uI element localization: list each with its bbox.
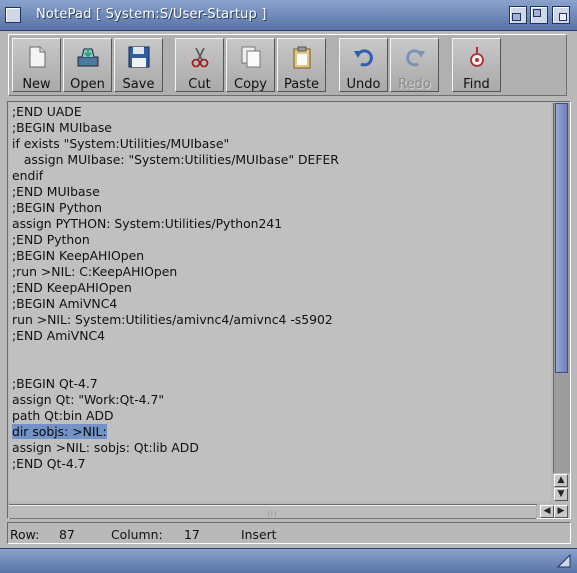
copy-button-label: Copy [234,77,267,92]
copy-button[interactable]: Copy [226,38,275,92]
scissors-icon [191,47,209,68]
column-value: 17 [184,527,200,542]
editor-line-selected: dir sobjs: >NIL: [12,424,107,440]
editor-line: ;BEGIN Qt-4.7 [12,376,98,391]
zoom-icon [533,9,541,17]
resize-icon[interactable] [557,554,571,568]
cut-button-label: Cut [188,77,211,92]
editor-line: assign >NIL: sobjs: Qt:lib ADD [12,440,199,455]
redo-button[interactable]: Redo [390,38,439,92]
horizontal-scrollbar[interactable]: ⁝⁝⁝ [9,504,537,519]
clipboard-icon [293,46,311,69]
column-label: Column: [111,527,163,542]
grip-icon: ⁝⁝⁝ [267,510,278,519]
editor-line: path Qt:bin ADD [12,408,114,423]
arrow-down-icon: ▼ [557,489,565,499]
cut-button[interactable]: Cut [175,38,224,92]
row-value: 87 [59,527,75,542]
toolbar: New Open Save Cut Copy Paste Undo Redo F… [8,34,567,96]
editor-line: ;BEGIN Python [12,200,102,215]
editor-line: endif [12,168,44,183]
find-button[interactable]: Find [452,38,501,92]
editor-line: ;BEGIN KeepAHIOpen [12,248,145,263]
new-button[interactable]: New [12,38,61,92]
editor-line: assign MUIbase: "System:Utilities/MUIbas… [12,152,339,167]
editor-line: ;BEGIN AmiVNC4 [12,296,118,311]
editor-line: ;END MUIbase [12,184,100,199]
save-button-label: Save [122,77,155,92]
paste-button[interactable]: Paste [277,38,326,92]
editor-line: ;BEGIN MUIbase [12,120,112,135]
editor-line: ;END UADE [12,104,82,119]
undo-button-label: Undo [346,77,381,92]
iconify-button[interactable] [509,6,527,24]
new-document-icon [29,46,46,68]
depth-icon [559,13,567,21]
arrow-right-icon: ▶ [557,506,565,516]
window-title: NotePad [ System:S/User-Startup ] [36,7,267,22]
redo-button-label: Redo [398,77,431,92]
paste-button-label: Paste [283,77,320,92]
depth-button[interactable] [552,6,570,24]
editor-line: ;END Python [12,232,90,247]
text-editor[interactable]: ;END UADE ;BEGIN MUIbase if exists "Syst… [9,103,551,501]
find-icon [470,47,484,67]
arrow-up-icon: ▲ [557,475,565,485]
row-label: Row: [10,527,40,542]
editor-line: run >NIL: System:Utilities/amivnc4/amivn… [12,312,333,327]
text-selection: dir sobjs: >NIL: [12,424,107,439]
editor-line: ;END KeepAHIOpen [12,280,132,295]
window-titlebar[interactable]: NotePad [ System:S/User-Startup ] [0,0,577,31]
horizontal-scroll-thumb[interactable]: ⁝⁝⁝ [9,505,536,519]
window-bottom-border [0,548,577,573]
insert-mode-indicator: Insert [241,527,277,542]
vertical-scroll-thumb[interactable] [555,103,568,373]
close-window-button[interactable] [5,7,21,23]
editor-line: assign Qt: "Work:Qt-4.7" [12,392,165,407]
new-button-label: New [22,77,51,92]
vertical-scrollbar[interactable] [553,103,570,473]
find-button-label: Find [463,77,490,92]
scroll-right-button[interactable]: ▶ [554,505,568,518]
iconify-icon [512,13,521,21]
open-drawer-icon [77,48,99,67]
editor-line: ;END Qt-4.7 [12,456,86,471]
editor-line: assign PYTHON: System:Utilities/Python24… [12,216,283,231]
scroll-left-button[interactable]: ◀ [540,505,554,518]
zoom-button[interactable] [530,6,548,24]
arrow-left-icon: ◀ [543,506,551,516]
redo-icon [406,49,425,67]
scroll-up-button[interactable]: ▲ [554,474,568,487]
editor-line: if exists "System:Utilities/MUIbase" [12,136,230,151]
open-button-label: Open [70,77,105,92]
editor-line: ;END AmiVNC4 [12,328,106,343]
copy-icon [241,46,261,68]
open-button[interactable]: Open [63,38,112,92]
editor-line: ;run >NIL: C:KeepAHIOpen [12,264,178,279]
status-bar: Row: 87 Column: 17 Insert [7,522,571,544]
scroll-down-button[interactable]: ▼ [554,488,568,501]
undo-button[interactable]: Undo [339,38,388,92]
floppy-disk-icon [128,46,150,68]
save-button[interactable]: Save [114,38,163,92]
undo-icon [354,49,373,67]
